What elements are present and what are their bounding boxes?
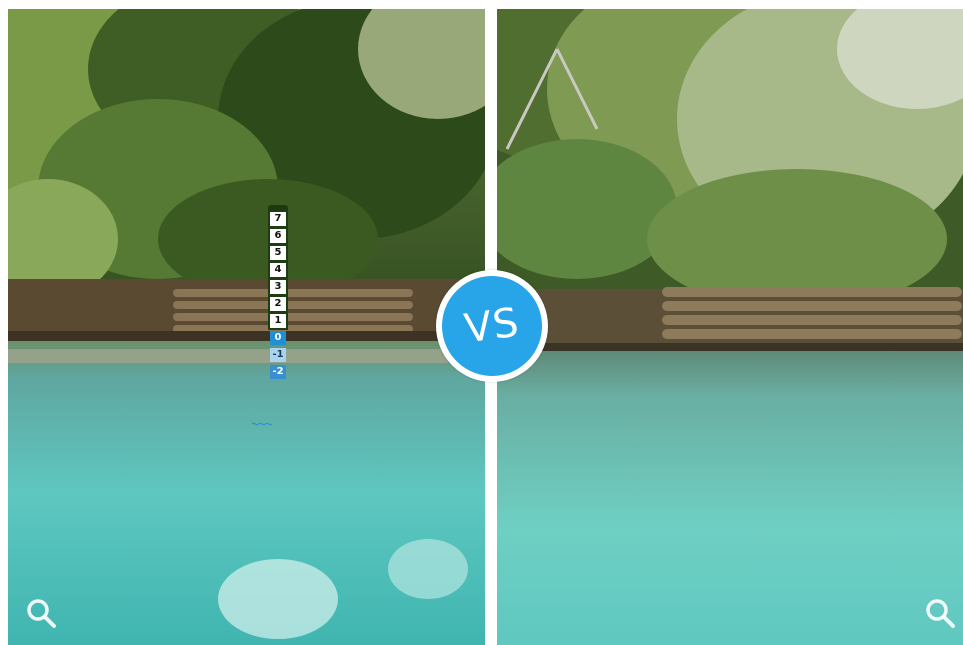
gauge-mark-minus-1: -1	[270, 348, 286, 362]
water-line-wave-icon	[252, 422, 272, 426]
gauge-mark-5: 5	[268, 244, 288, 262]
gauge-mark-2: 2	[268, 295, 288, 313]
before-photo-scene	[8, 9, 485, 645]
vs-badge: VS	[435, 269, 549, 383]
gauge-mark-3: 3	[268, 278, 288, 296]
gauge-mark-6: 6	[268, 227, 288, 245]
magnifier-icon[interactable]	[923, 596, 957, 630]
gauge-mark-minus-2: -2	[270, 365, 286, 379]
before-photo[interactable]: 7 6 5 4 3 2 1 0 -1 -2	[8, 9, 485, 645]
gauge-mark-1: 1	[268, 312, 288, 330]
after-photo-scene	[497, 9, 963, 645]
gauge-cap	[268, 205, 288, 211]
gauge-mark-4: 4	[268, 261, 288, 279]
gauge-mark-0: 0	[270, 331, 286, 345]
vs-label: VS	[435, 269, 549, 383]
comparison-viewer: 7 6 5 4 3 2 1 0 -1 -2 VS	[0, 0, 963, 645]
water-level-gauge: 7 6 5 4 3 2 1 0 -1 -2	[252, 205, 288, 426]
magnifier-icon[interactable]	[24, 596, 58, 630]
gauge-mark-7: 7	[268, 210, 288, 228]
after-photo[interactable]	[497, 9, 963, 645]
